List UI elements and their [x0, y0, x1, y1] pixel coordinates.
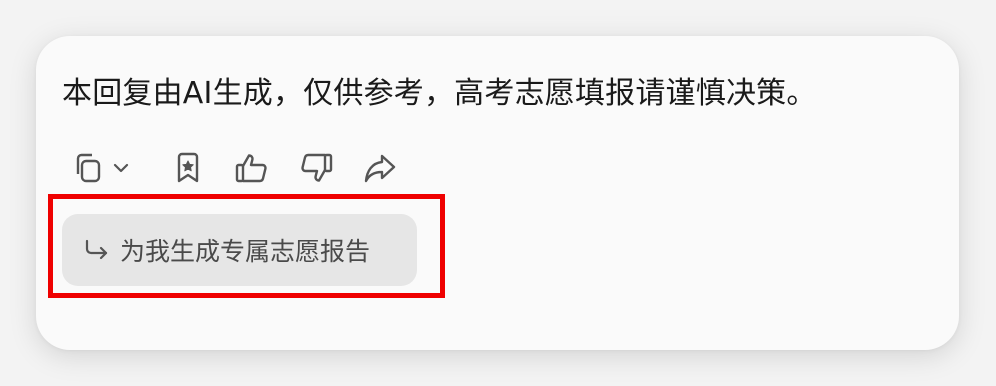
share-button[interactable] — [362, 148, 398, 188]
thumbs-down-icon — [301, 153, 333, 182]
like-button[interactable] — [234, 148, 270, 188]
share-icon — [364, 154, 396, 183]
bookmark-star-icon — [177, 152, 199, 183]
message-card: 本回复由AI生成，仅供参考，高考志愿填报请谨慎决策。 为我生成专属志愿报告 — [36, 36, 959, 350]
chevron-down-icon — [113, 163, 129, 173]
copy-icon — [76, 153, 101, 183]
generate-report-suggestion-button[interactable]: 为我生成专属志愿报告 — [62, 214, 417, 286]
favorite-button[interactable] — [170, 148, 206, 188]
copy-options-dropdown[interactable] — [108, 148, 134, 188]
message-actions-toolbar — [70, 148, 398, 188]
ai-disclaimer-text: 本回复由AI生成，仅供参考，高考志愿填报请谨慎决策。 — [62, 76, 817, 111]
suggestion-label: 为我生成专属志愿报告 — [120, 237, 371, 266]
copy-button[interactable] — [70, 148, 106, 188]
thumbs-up-icon — [235, 154, 267, 183]
dislike-button[interactable] — [298, 148, 334, 188]
reply-arrow-icon — [84, 236, 112, 264]
